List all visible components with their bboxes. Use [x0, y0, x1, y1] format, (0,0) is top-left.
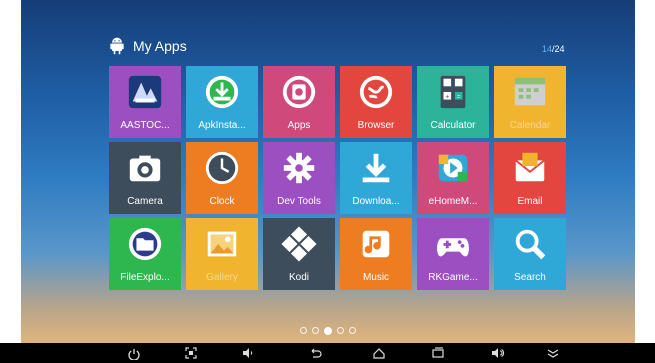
page-dot[interactable] — [312, 327, 319, 334]
app-tile[interactable]: Camera — [109, 142, 181, 214]
app-label: eHomeM... — [428, 196, 478, 207]
ehome-media-icon — [438, 154, 468, 182]
page-total: 24 — [554, 44, 565, 54]
page-dot[interactable] — [337, 327, 344, 334]
app-tile[interactable]: RKGame... — [417, 218, 489, 290]
power-icon — [128, 349, 140, 360]
back-icon — [311, 348, 322, 358]
svg-text:=: = — [457, 94, 461, 101]
menu-button[interactable] — [540, 343, 566, 363]
app-tile[interactable]: Apps — [263, 66, 335, 138]
app-tile[interactable]: Browser — [340, 66, 412, 138]
app-label: FileExplo... — [120, 272, 170, 283]
app-label: Browser — [357, 120, 395, 131]
app-tile[interactable]: Dev Tools — [263, 142, 335, 214]
app-label: RKGame... — [428, 272, 478, 283]
app-tile[interactable]: Gallery — [186, 218, 258, 290]
volume-up-button[interactable] — [485, 343, 511, 363]
app-label: Calendar — [509, 120, 551, 131]
music-icon — [362, 230, 390, 258]
svg-text:+: + — [445, 94, 449, 101]
menu-icon — [547, 349, 559, 358]
app-label: Gallery — [206, 272, 238, 283]
volume-down-button[interactable] — [235, 343, 261, 363]
recents-icon — [432, 347, 444, 358]
apps-icon — [282, 75, 316, 109]
search-icon — [515, 229, 546, 260]
folder-icon — [128, 227, 162, 261]
email-icon — [515, 152, 545, 182]
kodi-icon — [281, 226, 317, 262]
app-tile[interactable]: Downloa... — [340, 142, 412, 214]
power-button[interactable] — [121, 343, 147, 363]
system-navbar — [0, 343, 655, 363]
apk-installer-icon — [205, 75, 239, 109]
header: My Apps — [107, 36, 187, 56]
launcher-screen: My Apps 14/24 AASTOC... ApkInsta... Apps Br… — [21, 0, 635, 343]
page-current: 14 — [542, 44, 553, 54]
aastocks-icon — [128, 75, 162, 109]
camera-icon — [129, 155, 161, 182]
app-tile[interactable]: eHomeM... — [417, 142, 489, 214]
page-dot[interactable] — [324, 327, 332, 335]
home-button[interactable] — [366, 343, 392, 363]
app-tile[interactable]: Search — [494, 218, 566, 290]
app-label: AASTOC... — [120, 120, 170, 131]
home-icon — [373, 348, 385, 359]
app-label: Calculator — [430, 120, 476, 131]
app-label: Clock — [209, 196, 235, 207]
app-tile[interactable]: Email — [494, 142, 566, 214]
android-icon — [110, 37, 124, 55]
gamepad-icon — [437, 238, 469, 257]
page-dots — [21, 327, 635, 335]
app-tile[interactable]: Calendar — [494, 66, 566, 138]
app-label: ApkInsta... — [198, 120, 246, 131]
recents-button[interactable] — [425, 343, 451, 363]
app-label: Email — [517, 196, 543, 207]
back-button[interactable] — [302, 343, 328, 363]
calculator-icon: + = — [440, 75, 466, 109]
volume-up-icon — [492, 348, 505, 358]
app-tile[interactable]: ApkInsta... — [186, 66, 258, 138]
app-tile[interactable]: Kodi — [263, 218, 335, 290]
page-indicator: 14/24 — [542, 44, 565, 54]
page-title: My Apps — [133, 38, 187, 54]
app-label: Kodi — [288, 272, 309, 283]
page-dot[interactable] — [349, 327, 356, 334]
app-tile[interactable]: AASTOC... — [109, 66, 181, 138]
volume-down-icon — [243, 348, 253, 358]
app-tile[interactable]: FileExplo... — [109, 218, 181, 290]
app-grid: AASTOC... ApkInsta... Apps Browser + = Calcula… — [109, 66, 566, 290]
app-label: Camera — [127, 196, 163, 207]
gallery-icon — [207, 231, 237, 257]
gear-icon — [283, 152, 315, 184]
download-icon — [362, 153, 390, 183]
browser-globe-icon — [359, 75, 393, 109]
clock-icon — [205, 151, 239, 185]
app-label: Dev Tools — [277, 196, 321, 207]
calendar-icon — [514, 77, 546, 106]
app-tile[interactable]: Clock — [186, 142, 258, 214]
app-label: Music — [362, 272, 390, 283]
app-tile[interactable]: + = Calculator — [417, 66, 489, 138]
screenshot-icon — [185, 347, 197, 359]
app-label: Search — [514, 272, 546, 283]
page-dot[interactable] — [300, 327, 307, 334]
screenshot-button[interactable] — [178, 343, 204, 363]
app-tile[interactable]: Music — [340, 218, 412, 290]
app-label: Apps — [287, 120, 311, 131]
app-label: Downloa... — [352, 196, 400, 207]
